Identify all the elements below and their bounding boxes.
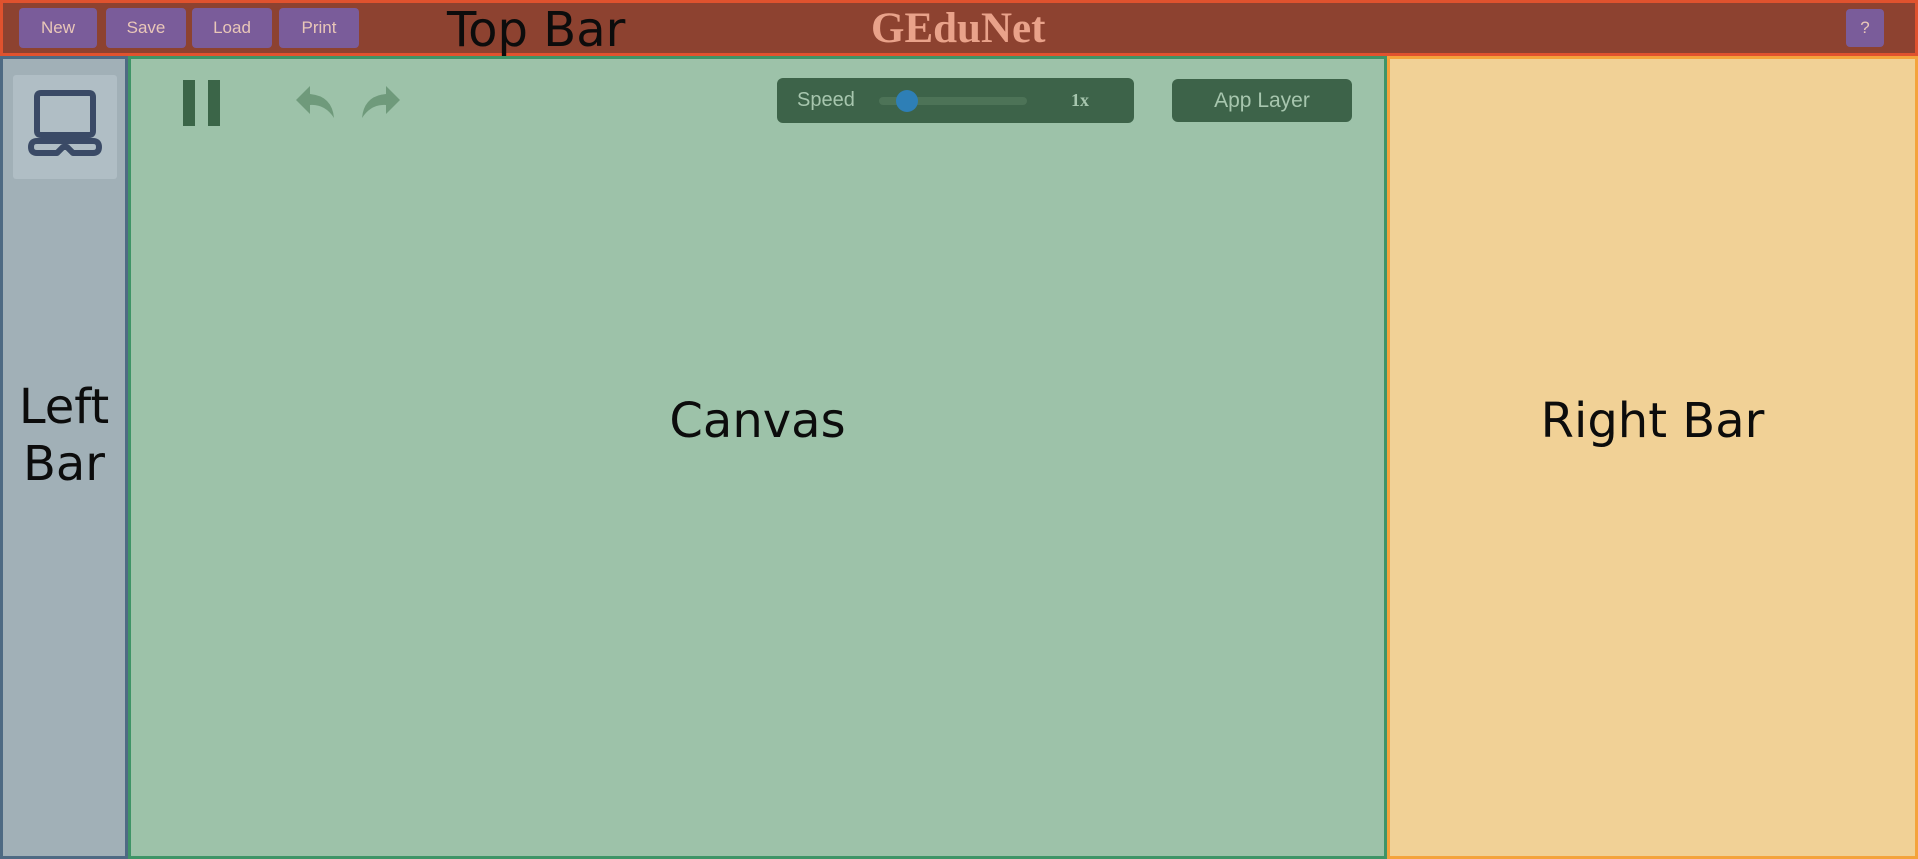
app-root: New Save Load Print Top Bar GEduNet ? Le… [0, 0, 1918, 859]
speed-control: Speed 1x [777, 78, 1134, 123]
computer-icon [28, 90, 102, 156]
app-brand-title: GEduNet [871, 5, 1046, 52]
right-bar-label: Right Bar [1540, 393, 1765, 449]
left-bar-label: Left Bar [18, 379, 110, 492]
redo-icon[interactable] [360, 84, 402, 122]
save-button[interactable]: Save [106, 8, 186, 48]
speed-slider[interactable] [879, 90, 1027, 112]
pause-icon [208, 80, 220, 126]
pause-icon [183, 80, 195, 126]
speed-value: 1x [1071, 90, 1089, 110]
left-bar: Left Bar [0, 56, 128, 859]
top-bar-label: Top Bar [447, 2, 626, 58]
computer-device-tile[interactable] [13, 75, 117, 179]
print-button[interactable]: Print [279, 8, 359, 48]
pause-button[interactable] [183, 80, 221, 126]
canvas-label: Canvas [669, 393, 846, 449]
speed-slider-knob[interactable] [896, 90, 919, 112]
speed-label: Speed [797, 89, 855, 111]
right-bar: Right Bar [1387, 56, 1918, 859]
help-button[interactable]: ? [1846, 9, 1884, 47]
canvas[interactable]: Speed 1x App Layer Canvas [128, 56, 1387, 859]
undo-icon[interactable] [294, 84, 336, 122]
new-button[interactable]: New [19, 8, 97, 48]
load-button[interactable]: Load [192, 8, 272, 48]
app-layer-button[interactable]: App Layer [1172, 79, 1352, 122]
top-bar: New Save Load Print Top Bar GEduNet ? [0, 0, 1918, 56]
